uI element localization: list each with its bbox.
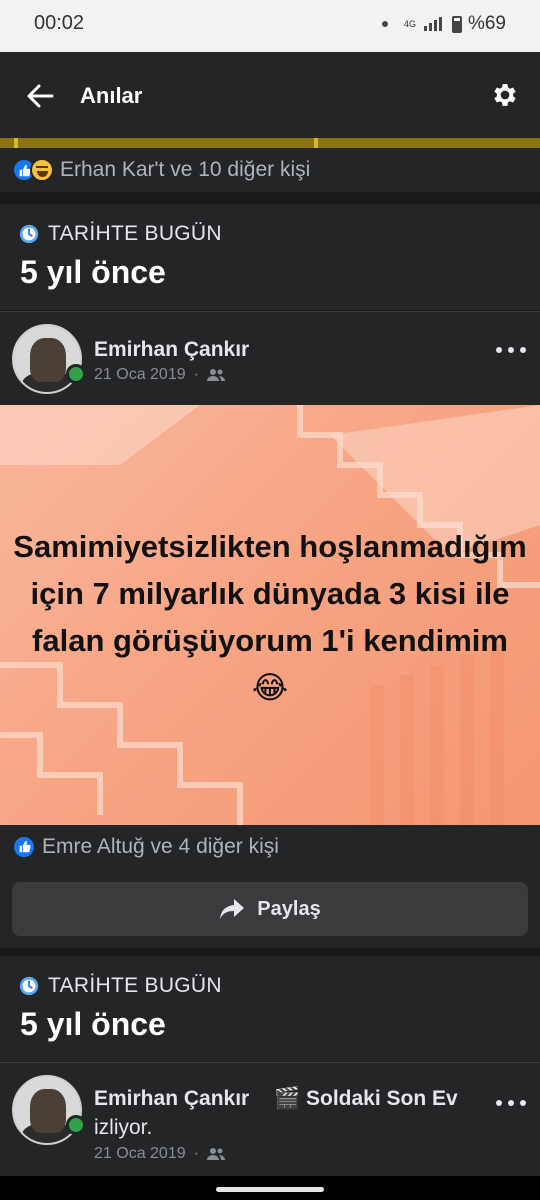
clock-history-icon: [19, 224, 39, 244]
friends-audience-icon: [206, 369, 225, 381]
share-button[interactable]: Paylaş: [12, 882, 528, 936]
network-type: 4G: [403, 18, 416, 29]
friends-audience-icon: [206, 1148, 225, 1160]
post-text: Samimiyetsizlikten hoşlanmadığım için 7 …: [13, 529, 527, 705]
watching-activity[interactable]: 🎬 Soldaki Son Ev: [274, 1087, 458, 1111]
activity-suffix: izliyor.: [94, 1116, 153, 1139]
avatar[interactable]: [12, 324, 82, 394]
memory-section-header: TARİHTE BUGÜN 5 yıl önce: [0, 204, 540, 310]
notification-dot-icon: [381, 21, 388, 27]
meta-separator: ·: [193, 1145, 199, 1162]
battery-icon: [451, 15, 462, 33]
clock-history-icon: [19, 976, 39, 996]
share-arrow-icon: [220, 899, 245, 919]
post-date[interactable]: 21 Oca 2019: [94, 366, 186, 384]
gear-icon[interactable]: [490, 80, 520, 110]
avatar[interactable]: [12, 1075, 82, 1145]
more-options-icon[interactable]: [496, 340, 526, 360]
like-reaction-icon: [12, 834, 36, 859]
back-arrow-icon[interactable]: [22, 78, 58, 114]
reactions-row[interactable]: Erhan Kar't ve 10 diğer kişi: [0, 148, 540, 192]
reactions-row[interactable]: Emre Altuğ ve 4 diğer kişi: [0, 825, 540, 868]
signal-icon: [423, 17, 442, 31]
meta-separator: ·: [193, 366, 199, 383]
memory-section-header: TARİHTE BUGÜN 5 yıl önce: [0, 956, 540, 1062]
reactions-text: Emre Altuğ ve 4 diğer kişi: [42, 834, 279, 858]
share-section: Paylaş: [0, 868, 540, 948]
app-bar: Anılar: [0, 52, 540, 138]
on-this-day-label: TARİHTE BUGÜN: [48, 222, 222, 245]
years-ago-title: 5 yıl önce: [20, 1006, 166, 1042]
post-header: Emirhan Çankır 21 Oca 2019 ·: [0, 312, 540, 405]
battery-level: %69: [467, 13, 506, 34]
share-label: Paylaş: [257, 897, 321, 920]
author-name[interactable]: Emirhan Çankır: [94, 1087, 249, 1111]
author-name[interactable]: Emirhan Çankır: [94, 338, 249, 362]
system-navigation-bar: [0, 1176, 540, 1200]
years-ago-title: 5 yıl önce: [20, 254, 166, 290]
status-icons: 4G %69: [381, 13, 506, 35]
online-status-icon: [66, 1115, 86, 1135]
post-header: Emirhan Çankır 🎬 Soldaki Son Ev izliyor.…: [0, 1063, 540, 1176]
post-date[interactable]: 21 Oca 2019: [94, 1145, 186, 1163]
post-image[interactable]: Samimiyetsizlikten hoşlanmadığım için 7 …: [0, 405, 540, 825]
on-this-day-label: TARİHTE BUGÜN: [48, 974, 222, 997]
more-options-icon[interactable]: [496, 1093, 526, 1113]
online-status-icon: [66, 364, 86, 384]
home-gesture-handle[interactable]: [216, 1187, 324, 1192]
status-bar: 00:02 4G %69: [0, 0, 540, 52]
status-time: 00:02: [34, 12, 85, 34]
haha-reaction-icon: [30, 158, 54, 182]
reactions-text: Erhan Kar't ve 10 diğer kişi: [60, 158, 311, 181]
page-title: Anılar: [80, 83, 143, 108]
